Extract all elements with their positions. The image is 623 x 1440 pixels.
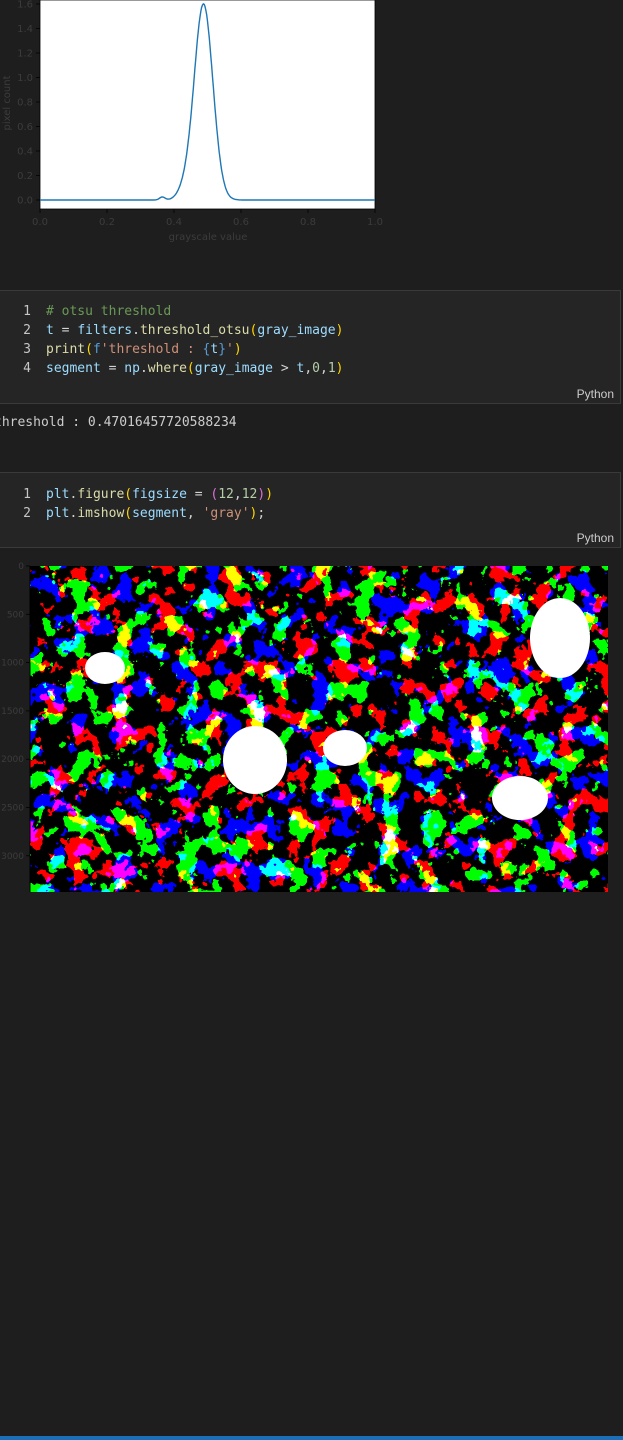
y-tick-label: 3000 — [1, 852, 24, 862]
white-blob — [530, 598, 590, 678]
white-blob — [223, 726, 287, 794]
text-output: threshold : 0.47016457720588234 — [0, 405, 623, 471]
y-tick-label: 500 — [7, 610, 24, 620]
threshold-output-text: threshold : 0.47016457720588234 — [0, 415, 237, 430]
cell-language-label[interactable]: Python — [577, 531, 614, 545]
line-number: 1 — [23, 487, 31, 502]
x-tick-label: 1.0 — [367, 217, 383, 228]
y-ticks: 0 500 1000 1500 2000 2500 3000 — [1, 562, 30, 862]
x-tick-label: 0.0 — [32, 217, 48, 228]
code-text[interactable]: plt.imshow(segment, 'gray'); — [46, 504, 265, 523]
y-tick-label: 1000 — [1, 659, 24, 669]
y-tick-label: 0.0 — [17, 196, 33, 207]
y-tick-label: 0.4 — [17, 147, 33, 158]
segment-image — [30, 566, 608, 892]
y-tick-label: 1.0 — [17, 73, 33, 84]
x-tick-label: 0.8 — [300, 217, 316, 228]
code-line[interactable]: 2 t = filters.threshold_otsu(gray_image) — [0, 321, 620, 340]
y-tick-label: 1500 — [1, 707, 24, 717]
x-axis-label: grayscale value — [169, 232, 248, 243]
x-ticks: 0.0 0.2 0.4 0.6 0.8 1.0 — [32, 209, 383, 228]
x-tick-label: 0.2 — [99, 217, 115, 228]
cell-language-label[interactable]: Python — [577, 387, 614, 401]
density-plot-output: 0.0 0.2 0.4 0.6 0.8 1.0 1.2 1.4 1.6 0.0 0.2 0.4 0.6… — [0, 0, 623, 290]
code-text[interactable]: print(f'threshold : {t}') — [46, 340, 242, 359]
x-tick-label: 0.6 — [233, 217, 249, 228]
plot-area — [39, 0, 376, 210]
line-number: 3 — [23, 342, 31, 357]
code-text[interactable]: plt.figure(figsize = (12,12)) — [46, 485, 273, 504]
white-blob — [323, 730, 367, 766]
white-blob — [85, 652, 125, 684]
segment-image-plot: 0 500 1000 1500 2000 2500 3000 — [1, 562, 608, 892]
code-line[interactable]: 3 print(f'threshold : {t}') — [0, 340, 620, 359]
y-tick-label: 1.6 — [17, 0, 33, 11]
code-line[interactable]: 1 plt.figure(figsize = (12,12)) — [0, 485, 620, 504]
horizontal-scrollbar[interactable] — [0, 1436, 623, 1440]
y-tick-label: 0 — [18, 562, 24, 572]
y-axis-label: pixel count — [2, 75, 13, 130]
y-tick-label: 0.6 — [17, 122, 33, 133]
code-cell-otsu[interactable]: 1 # otsu threshold 2 t = filters.threshold_… — [0, 290, 621, 404]
white-blob — [492, 776, 548, 820]
line-number: 2 — [23, 323, 31, 338]
y-tick-label: 2500 — [1, 804, 24, 814]
x-tick-label: 0.4 — [166, 217, 182, 228]
code-text[interactable]: segment = np.where(gray_image > t,0,1) — [46, 359, 343, 378]
line-number: 2 — [23, 506, 31, 521]
code-line[interactable]: 4 segment = np.where(gray_image > t,0,1) — [0, 359, 620, 378]
y-tick-label: 1.4 — [17, 24, 33, 35]
segment-image-output: 0 500 1000 1500 2000 2500 3000 — [0, 548, 623, 1440]
line-number: 1 — [23, 304, 31, 319]
y-ticks: 0.0 0.2 0.4 0.6 0.8 1.0 1.2 1.4 1.6 — [17, 0, 40, 207]
y-tick-label: 1.2 — [17, 49, 33, 60]
y-tick-label: 2000 — [1, 755, 24, 765]
code-line[interactable]: 1 # otsu threshold — [0, 302, 620, 321]
code-cell-imshow[interactable]: 1 plt.figure(figsize = (12,12)) 2 plt.imsho… — [0, 472, 621, 548]
y-tick-label: 0.8 — [17, 98, 33, 109]
density-plot: 0.0 0.2 0.4 0.6 0.8 1.0 1.2 1.4 1.6 0.0 0.2 0.4 0.6… — [2, 0, 383, 243]
code-line[interactable]: 2 plt.imshow(segment, 'gray'); — [0, 504, 620, 523]
code-text[interactable]: # otsu threshold — [46, 302, 171, 321]
code-text[interactable]: t = filters.threshold_otsu(gray_image) — [46, 321, 343, 340]
line-number: 4 — [23, 361, 31, 376]
y-tick-label: 0.2 — [17, 171, 33, 182]
